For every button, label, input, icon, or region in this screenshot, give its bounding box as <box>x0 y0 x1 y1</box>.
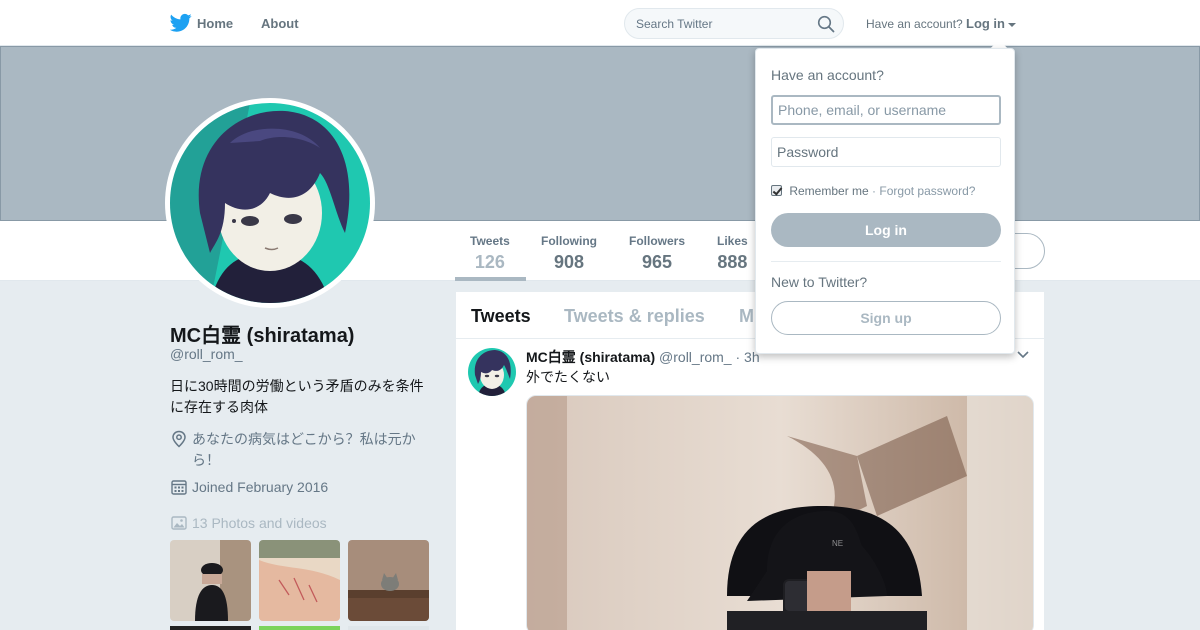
profile-name: MC白霊 (shiratama) <box>170 325 355 347</box>
remember-me-label[interactable]: Remember me <box>789 184 868 198</box>
profile-avatar[interactable] <box>165 98 375 308</box>
stat-likes[interactable]: Likes 888 <box>717 234 748 273</box>
photo-thumbnail[interactable] <box>348 626 429 630</box>
stat-label: Followers <box>629 234 686 248</box>
tweet-author-handle[interactable]: @roll_rom_ <box>659 349 732 365</box>
stat-following[interactable]: Following 908 <box>541 234 597 273</box>
photos-videos-link[interactable]: 13 Photos and videos <box>192 515 327 531</box>
forgot-password-link[interactable]: Forgot password? <box>879 184 975 198</box>
search-input[interactable] <box>636 15 806 33</box>
photo-thumbnail[interactable] <box>170 626 251 630</box>
tweet-photo[interactable]: NE <box>526 395 1034 630</box>
tweet-author-name[interactable]: MC白霊 (shiratama) <box>526 349 655 365</box>
login-dropdown: Have an account? Remember me · Forgot pa… <box>755 48 1015 354</box>
login-submit-button[interactable]: Log in <box>771 213 1001 247</box>
tweet-avatar[interactable] <box>468 348 516 396</box>
username-field[interactable] <box>771 95 1001 125</box>
stat-value: 965 <box>641 252 673 272</box>
remember-me-checkbox[interactable] <box>771 185 782 196</box>
caret-down-icon <box>1008 22 1016 27</box>
login-dropdown-heading: Have an account? <box>771 67 884 83</box>
location-pin-icon <box>172 430 186 448</box>
new-to-twitter-label: New to Twitter? <box>771 274 868 290</box>
stat-label: Following <box>541 234 597 248</box>
separator-dot: · <box>872 184 877 198</box>
tab-tweets[interactable]: Tweets <box>471 306 531 327</box>
stat-tweets[interactable]: Tweets 126 <box>470 234 510 273</box>
chevron-down-icon[interactable] <box>1016 350 1030 360</box>
stat-followers[interactable]: Followers 965 <box>629 234 685 273</box>
search-box <box>624 8 844 39</box>
active-tab-indicator <box>455 277 526 281</box>
tweet-text: 外でたくない <box>526 369 610 385</box>
photo-thumbnail[interactable] <box>259 626 340 630</box>
nav-home-link[interactable]: Home <box>197 16 233 31</box>
avatar-image <box>170 103 370 303</box>
calendar-icon <box>171 480 187 495</box>
divider <box>771 261 1001 262</box>
search-icon[interactable] <box>817 15 835 33</box>
svg-text:NE: NE <box>832 539 843 548</box>
tab-media[interactable]: M <box>739 306 754 327</box>
remember-me-row: Remember me · Forgot password? <box>771 184 975 198</box>
photo-thumbnail[interactable] <box>259 540 340 621</box>
tab-tweets-replies[interactable]: Tweets & replies <box>564 306 705 327</box>
login-menu-toggle[interactable]: Log in <box>966 16 1016 31</box>
profile-location: あなたの病気はどこから？私は元から！ <box>192 431 416 468</box>
twitter-bird-icon[interactable] <box>170 13 192 33</box>
stat-value: 888 <box>717 252 748 272</box>
stat-label: Tweets <box>470 234 510 248</box>
photo-thumbnail[interactable] <box>170 540 251 621</box>
stat-value: 126 <box>474 252 505 272</box>
top-navigation: Home About Have an account? Log in <box>0 0 1200 46</box>
photo-icon <box>171 516 187 530</box>
stat-label: Likes <box>717 234 748 248</box>
photo-thumbnail[interactable] <box>348 540 429 621</box>
profile-handle[interactable]: @roll_rom_ <box>170 346 243 362</box>
stat-value: 908 <box>553 252 585 272</box>
password-field[interactable] <box>771 137 1001 167</box>
signup-button[interactable]: Sign up <box>771 301 1001 335</box>
profile-bio: 日に30時間の労働という矛盾のみを条件に存在する肉体 <box>170 378 424 415</box>
login-link-label: Log in <box>966 16 1005 31</box>
profile-joined-date: Joined February 2016 <box>192 479 329 495</box>
account-prompt: Have an account? <box>866 17 963 31</box>
tweet-header: MC白霊 (shiratama) @roll_rom_ · 3h <box>526 347 760 367</box>
nav-about-link[interactable]: About <box>261 16 299 31</box>
